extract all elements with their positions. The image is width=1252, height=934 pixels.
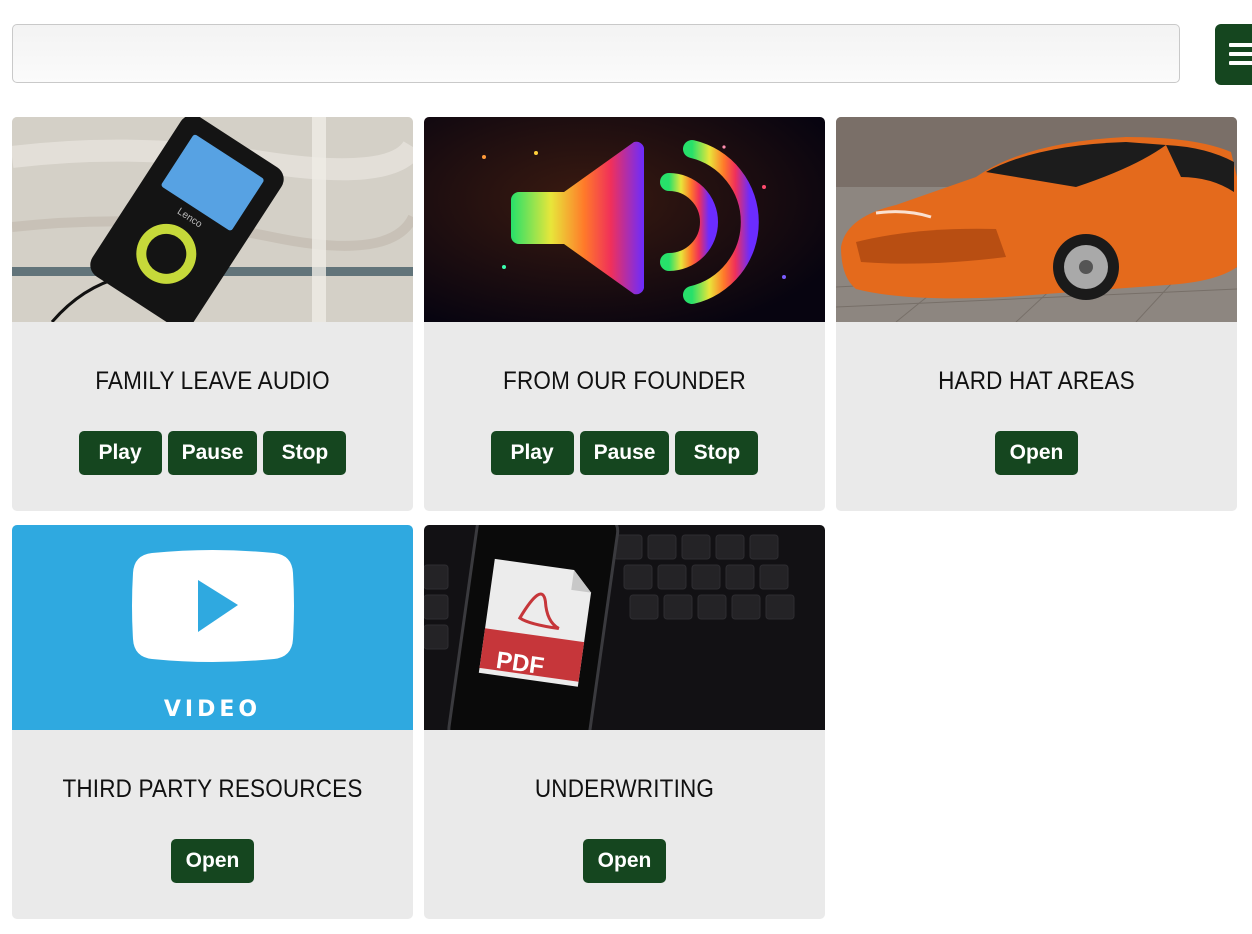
card-actions: Open [424, 839, 825, 883]
card-title: FROM OUR FOUNDER [503, 367, 746, 395]
play-button[interactable]: Play [490, 431, 574, 475]
video-play-icon: VIDEO [12, 525, 413, 730]
content-card-third-party-resources: VIDEO THIRD PARTY RESOURCES Open [12, 525, 413, 919]
top-bar [0, 0, 1252, 100]
open-button[interactable]: Open [995, 431, 1078, 475]
card-actions: Open [836, 431, 1237, 475]
card-actions: Play Pause Stop [12, 431, 413, 475]
card-title: THIRD PARTY RESOURCES [62, 775, 363, 803]
card-title: FAMILY LEAVE AUDIO [95, 367, 330, 395]
content-card-family-leave-audio: Lenco FAMILY LEAVE AUDIO Play Pause Stop [12, 117, 413, 511]
stop-button[interactable]: Stop [675, 431, 759, 475]
pdf-phone-keyboard-photo: PDF [424, 525, 825, 730]
card-title: UNDERWRITING [534, 775, 715, 803]
card-actions: Play Pause Stop [424, 431, 825, 475]
open-button[interactable]: Open [171, 839, 254, 883]
search-input[interactable] [12, 24, 1180, 83]
stop-button[interactable]: Stop [263, 431, 347, 475]
mp3-player-photo: Lenco [12, 117, 413, 322]
card-title: HARD HAT AREAS [938, 367, 1135, 395]
content-card-hard-hat-areas: HARD HAT AREAS Open [836, 117, 1237, 511]
menu-button[interactable] [1215, 24, 1252, 85]
open-button[interactable]: Open [583, 839, 666, 883]
orange-sports-car-photo [836, 117, 1237, 322]
pause-button[interactable]: Pause [167, 431, 258, 475]
play-button[interactable]: Play [78, 431, 162, 475]
pause-button[interactable]: Pause [579, 431, 670, 475]
card-actions: Open [12, 839, 413, 883]
content-card-underwriting: PDF UNDERWRITING Open [424, 525, 825, 919]
speaker-icon-rainbow [424, 117, 825, 322]
video-label: VIDEO [163, 697, 262, 722]
content-card-from-our-founder: FROM OUR FOUNDER Play Pause Stop [424, 117, 825, 511]
